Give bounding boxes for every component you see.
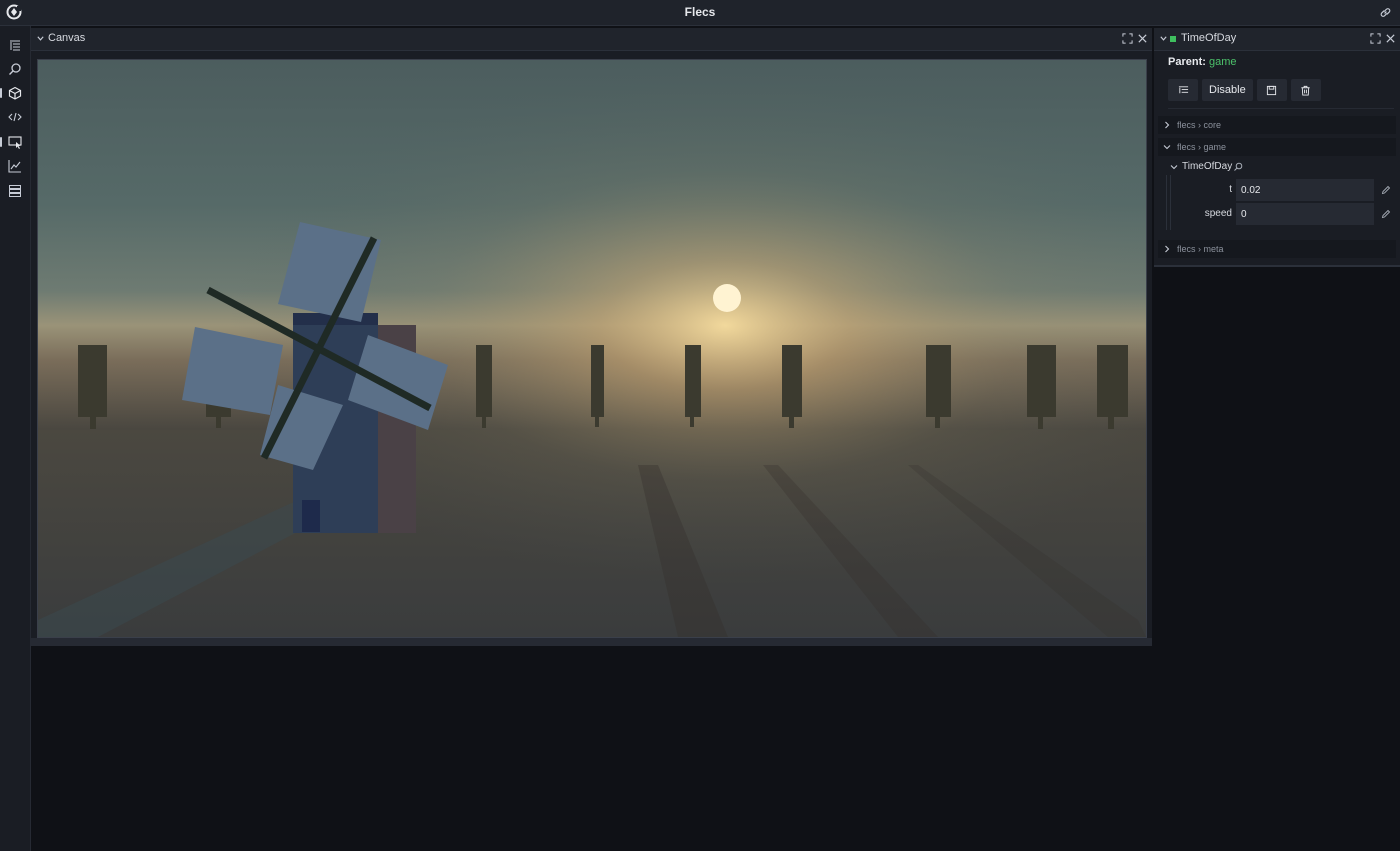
app-title: Flecs xyxy=(684,5,716,19)
parent-row: Parent: game xyxy=(1168,56,1237,68)
tree-icon xyxy=(1178,85,1188,93)
save-button[interactable] xyxy=(1256,79,1287,101)
canvas-panel-header: Canvas xyxy=(31,28,1152,51)
tree-view-button[interactable] xyxy=(1168,79,1198,101)
close-icon[interactable] xyxy=(1137,33,1148,44)
tree-icon xyxy=(10,40,20,51)
field-input-t[interactable] xyxy=(1236,179,1374,201)
inspector-toolbar: Disable xyxy=(1168,79,1321,101)
parent-label: Parent: xyxy=(1168,56,1206,68)
list-icon xyxy=(9,185,21,197)
field-label: speed xyxy=(1204,208,1232,219)
pencil-icon[interactable] xyxy=(1381,209,1391,219)
maximize-icon[interactable] xyxy=(1122,33,1133,44)
sidebar-item-tree[interactable] xyxy=(6,36,24,54)
cube-icon xyxy=(8,86,22,100)
active-marker xyxy=(0,88,2,98)
title-bar: Flecs xyxy=(0,0,1400,26)
field-row-t: t xyxy=(1176,179,1396,201)
save-icon xyxy=(1267,85,1277,95)
disable-button[interactable]: Disable xyxy=(1202,79,1253,101)
chevron-right-icon xyxy=(1165,245,1170,253)
sidebar xyxy=(0,26,31,851)
sidebar-item-stats[interactable] xyxy=(6,157,24,175)
search-icon[interactable] xyxy=(1233,162,1243,172)
chevron-right-icon xyxy=(1165,121,1170,129)
section-label: flecs › meta xyxy=(1177,244,1224,254)
chevron-down-icon[interactable] xyxy=(1159,34,1168,43)
sidebar-item-script[interactable] xyxy=(6,108,24,126)
panel-title: Canvas xyxy=(48,32,86,44)
maximize-icon[interactable] xyxy=(1370,33,1381,44)
section-label: flecs › game xyxy=(1177,142,1227,152)
component-header[interactable]: TimeOfDay xyxy=(1170,161,1243,172)
link-icon[interactable] xyxy=(1379,6,1392,19)
divider xyxy=(1168,108,1394,109)
panel-resize-bar[interactable] xyxy=(31,638,1152,646)
parent-link[interactable]: game xyxy=(1209,56,1237,68)
trash-icon xyxy=(1301,85,1310,96)
section-flecs-meta[interactable]: flecs › meta xyxy=(1158,240,1396,258)
sidebar-item-entities[interactable] xyxy=(6,84,24,102)
close-icon[interactable] xyxy=(1385,33,1396,44)
chevron-down-icon xyxy=(1163,145,1171,150)
inspector-title: TimeOfDay xyxy=(1181,32,1237,44)
entity-status-indicator xyxy=(1170,36,1176,42)
section-flecs-core[interactable]: flecs › core xyxy=(1158,116,1396,134)
tree-guide xyxy=(1166,175,1167,230)
sidebar-item-search[interactable] xyxy=(6,60,24,78)
chevron-down-icon[interactable] xyxy=(36,34,45,43)
pencil-icon[interactable] xyxy=(1381,185,1391,195)
inspector-panel: TimeOfDay Parent: game Disable flecs › c… xyxy=(1154,28,1400,267)
field-label: t xyxy=(1229,184,1232,195)
field-row-speed: speed xyxy=(1176,203,1396,225)
canvas-panel: Canvas xyxy=(31,28,1152,646)
scene-render[interactable] xyxy=(38,60,1146,637)
sidebar-item-canvas[interactable] xyxy=(6,133,24,151)
chart-icon xyxy=(8,160,21,173)
canvas-viewport[interactable] xyxy=(37,59,1147,638)
inspector-panel-header: TimeOfDay xyxy=(1154,28,1400,51)
delete-button[interactable] xyxy=(1290,79,1321,101)
section-flecs-game[interactable]: flecs › game xyxy=(1158,138,1396,156)
component-name: TimeOfDay xyxy=(1182,161,1233,172)
cursor-icon xyxy=(8,136,22,149)
section-label: flecs › core xyxy=(1177,120,1222,130)
search-icon xyxy=(9,63,21,75)
sidebar-item-tables[interactable] xyxy=(6,182,24,200)
active-marker xyxy=(0,137,2,147)
chevron-down-icon xyxy=(1170,164,1178,169)
tree-guide xyxy=(1170,175,1171,230)
code-icon xyxy=(8,112,22,122)
field-input-speed[interactable] xyxy=(1236,203,1374,225)
